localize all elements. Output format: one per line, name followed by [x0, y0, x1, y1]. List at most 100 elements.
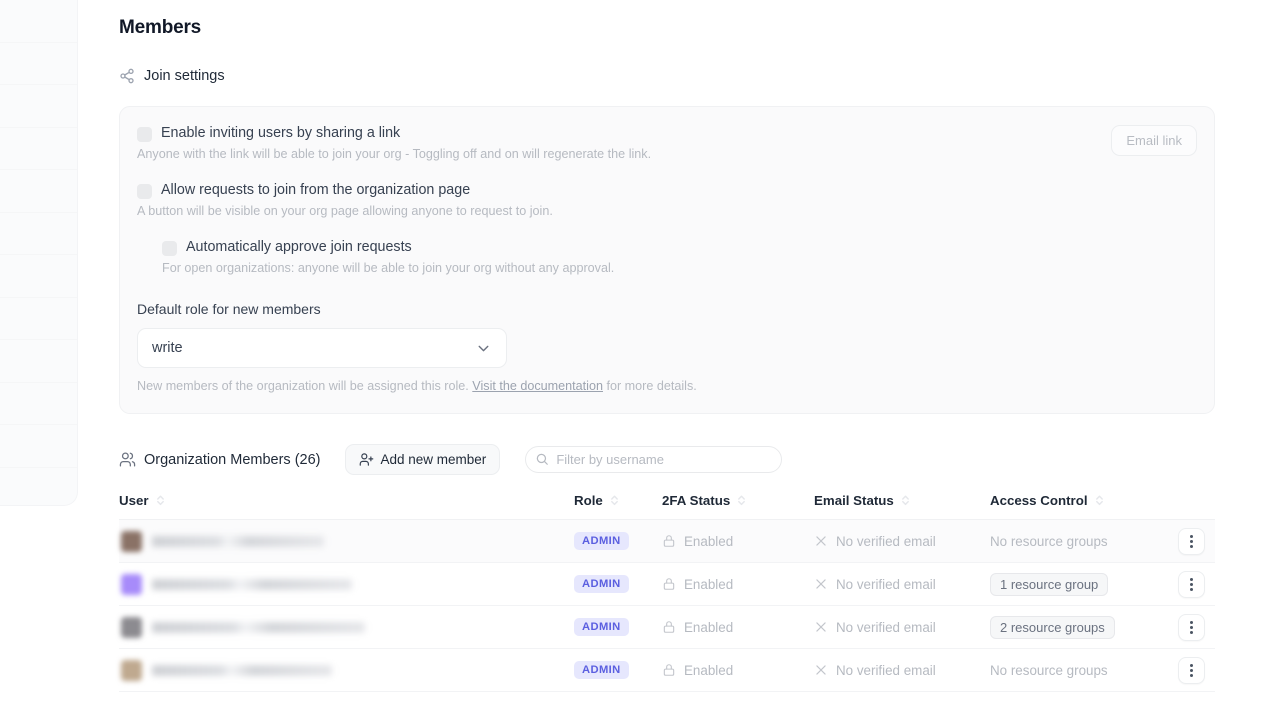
filter-username-input[interactable]: [525, 446, 782, 473]
organization-members-label: Organization Members (26): [144, 452, 321, 468]
cell-email-status: No verified email: [814, 649, 990, 692]
add-new-member-label: Add new member: [381, 452, 487, 467]
sidebar-row[interactable]: [0, 340, 77, 383]
email-link-button[interactable]: Email link: [1111, 125, 1197, 156]
lock-icon: [662, 577, 676, 591]
sort-icon: [610, 494, 619, 507]
cell-user: [119, 606, 574, 649]
members-table-body: ADMIN Enabled No verified email No resou…: [119, 520, 1215, 692]
main-content: Members Join settings Email link Enable …: [119, 0, 1280, 720]
column-label: 2FA Status: [662, 493, 730, 508]
x-icon: [814, 577, 828, 591]
column-label: Access Control: [990, 493, 1088, 508]
option-label: Automatically approve join requests: [186, 239, 412, 255]
sidebar-row[interactable]: [0, 425, 77, 468]
default-role-help-suffix: for more details.: [603, 379, 697, 393]
column-header-2fa-status[interactable]: 2FA Status: [662, 493, 814, 520]
cell-user: [119, 563, 574, 606]
members-page: Members Join settings Email link Enable …: [0, 0, 1280, 720]
column-header-actions: [1178, 493, 1215, 520]
avatar: [121, 660, 142, 681]
sidebar-row[interactable]: [0, 170, 77, 213]
role-badge: ADMIN: [574, 661, 629, 679]
cell-access-control: 2 resource groups: [990, 606, 1178, 649]
column-label: User: [119, 493, 149, 508]
checkbox-allow-join-requests[interactable]: [137, 184, 152, 199]
sidebar-row[interactable]: [0, 298, 77, 341]
sidebar-row[interactable]: [0, 255, 77, 298]
kebab-menu-icon[interactable]: [1178, 571, 1205, 598]
twofa-status-text: Enabled: [684, 663, 733, 678]
checkbox-enable-invite-link[interactable]: [137, 127, 152, 142]
sort-icon: [156, 494, 165, 507]
documentation-link[interactable]: Visit the documentation: [472, 379, 603, 393]
sidebar-row[interactable]: [0, 0, 77, 43]
user-name: [152, 622, 365, 633]
column-header-email-status[interactable]: Email Status: [814, 493, 990, 520]
cell-2fa-status: Enabled: [662, 563, 814, 606]
left-sidebar: [0, 0, 78, 506]
filter-username-wrapper: [525, 446, 782, 473]
sidebar-row[interactable]: [0, 383, 77, 426]
cell-2fa-status: Enabled: [662, 606, 814, 649]
column-header-role[interactable]: Role: [574, 493, 662, 520]
cell-user: [119, 649, 574, 692]
lock-icon: [662, 620, 676, 634]
email-status-text: No verified email: [836, 577, 936, 592]
resource-group-badge[interactable]: 2 resource groups: [990, 616, 1115, 639]
role-badge: ADMIN: [574, 532, 629, 550]
default-role-select[interactable]: write: [137, 328, 507, 368]
x-icon: [814, 620, 828, 634]
cell-email-status: No verified email: [814, 606, 990, 649]
option-auto-approve: Automatically approve join requests For …: [162, 239, 1197, 275]
cell-2fa-status: Enabled: [662, 520, 814, 563]
column-label: Role: [574, 493, 603, 508]
table-row[interactable]: ADMIN Enabled No verified email 2 resour…: [119, 606, 1215, 649]
email-status-text: No verified email: [836, 663, 936, 678]
twofa-status-text: Enabled: [684, 620, 733, 635]
sidebar-row[interactable]: [0, 468, 77, 511]
sidebar-row[interactable]: [0, 128, 77, 171]
lock-icon: [662, 534, 676, 548]
cell-actions: [1178, 649, 1215, 692]
cell-user: [119, 520, 574, 563]
cell-role: ADMIN: [574, 563, 662, 606]
cell-access-control: No resource groups: [990, 649, 1178, 692]
organization-members-title: Organization Members (26): [119, 451, 321, 468]
sidebar-row[interactable]: [0, 43, 77, 86]
table-row[interactable]: ADMIN Enabled No verified email 1 resour…: [119, 563, 1215, 606]
option-description: Anyone with the link will be able to joi…: [137, 147, 1197, 161]
cell-role: ADMIN: [574, 520, 662, 563]
table-row[interactable]: ADMIN Enabled No verified email No resou…: [119, 649, 1215, 692]
chevron-down-icon: [475, 340, 492, 357]
role-badge: ADMIN: [574, 618, 629, 636]
default-role-value: write: [152, 340, 183, 356]
join-settings-label: Join settings: [144, 68, 225, 84]
sidebar-row[interactable]: [0, 213, 77, 256]
sidebar-row[interactable]: [0, 85, 77, 128]
kebab-menu-icon[interactable]: [1178, 657, 1205, 684]
resource-group-text: No resource groups: [990, 663, 1108, 678]
user-name: [152, 579, 352, 590]
option-label: Allow requests to join from the organiza…: [161, 182, 470, 198]
column-header-access-control[interactable]: Access Control: [990, 493, 1178, 520]
table-header-row: User Role: [119, 493, 1215, 520]
user-plus-icon: [359, 452, 374, 467]
option-description: For open organizations: anyone will be a…: [162, 261, 1197, 275]
column-header-user[interactable]: User: [119, 493, 574, 520]
sort-icon: [737, 494, 746, 507]
page-title: Members: [119, 17, 1280, 39]
default-role-help-prefix: New members of the organization will be …: [137, 379, 472, 393]
twofa-status-text: Enabled: [684, 534, 733, 549]
cell-access-control: 1 resource group: [990, 563, 1178, 606]
members-toolbar: Organization Members (26) Add new member: [119, 444, 1280, 475]
add-new-member-button[interactable]: Add new member: [345, 444, 501, 475]
column-label: Email Status: [814, 493, 894, 508]
kebab-menu-icon[interactable]: [1178, 528, 1205, 555]
avatar: [121, 617, 142, 638]
members-table: User Role: [119, 493, 1215, 692]
table-row[interactable]: ADMIN Enabled No verified email No resou…: [119, 520, 1215, 563]
resource-group-badge[interactable]: 1 resource group: [990, 573, 1108, 596]
checkbox-auto-approve-requests[interactable]: [162, 241, 177, 256]
kebab-menu-icon[interactable]: [1178, 614, 1205, 641]
